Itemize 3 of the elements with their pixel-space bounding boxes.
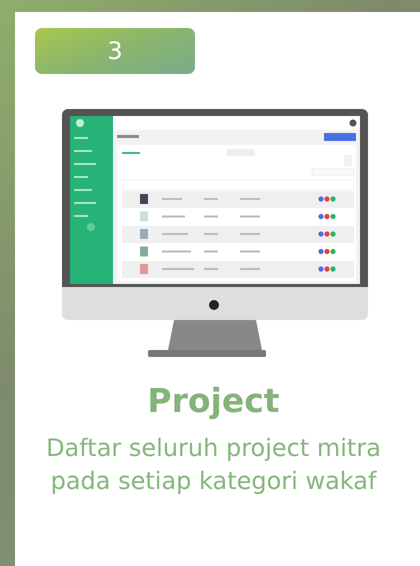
feature-title: Project	[146, 381, 281, 420]
step-number-badge: 3	[35, 28, 195, 74]
feature-description: Daftar seluruh project mitra pada setiap kategori wakaf	[45, 433, 382, 497]
